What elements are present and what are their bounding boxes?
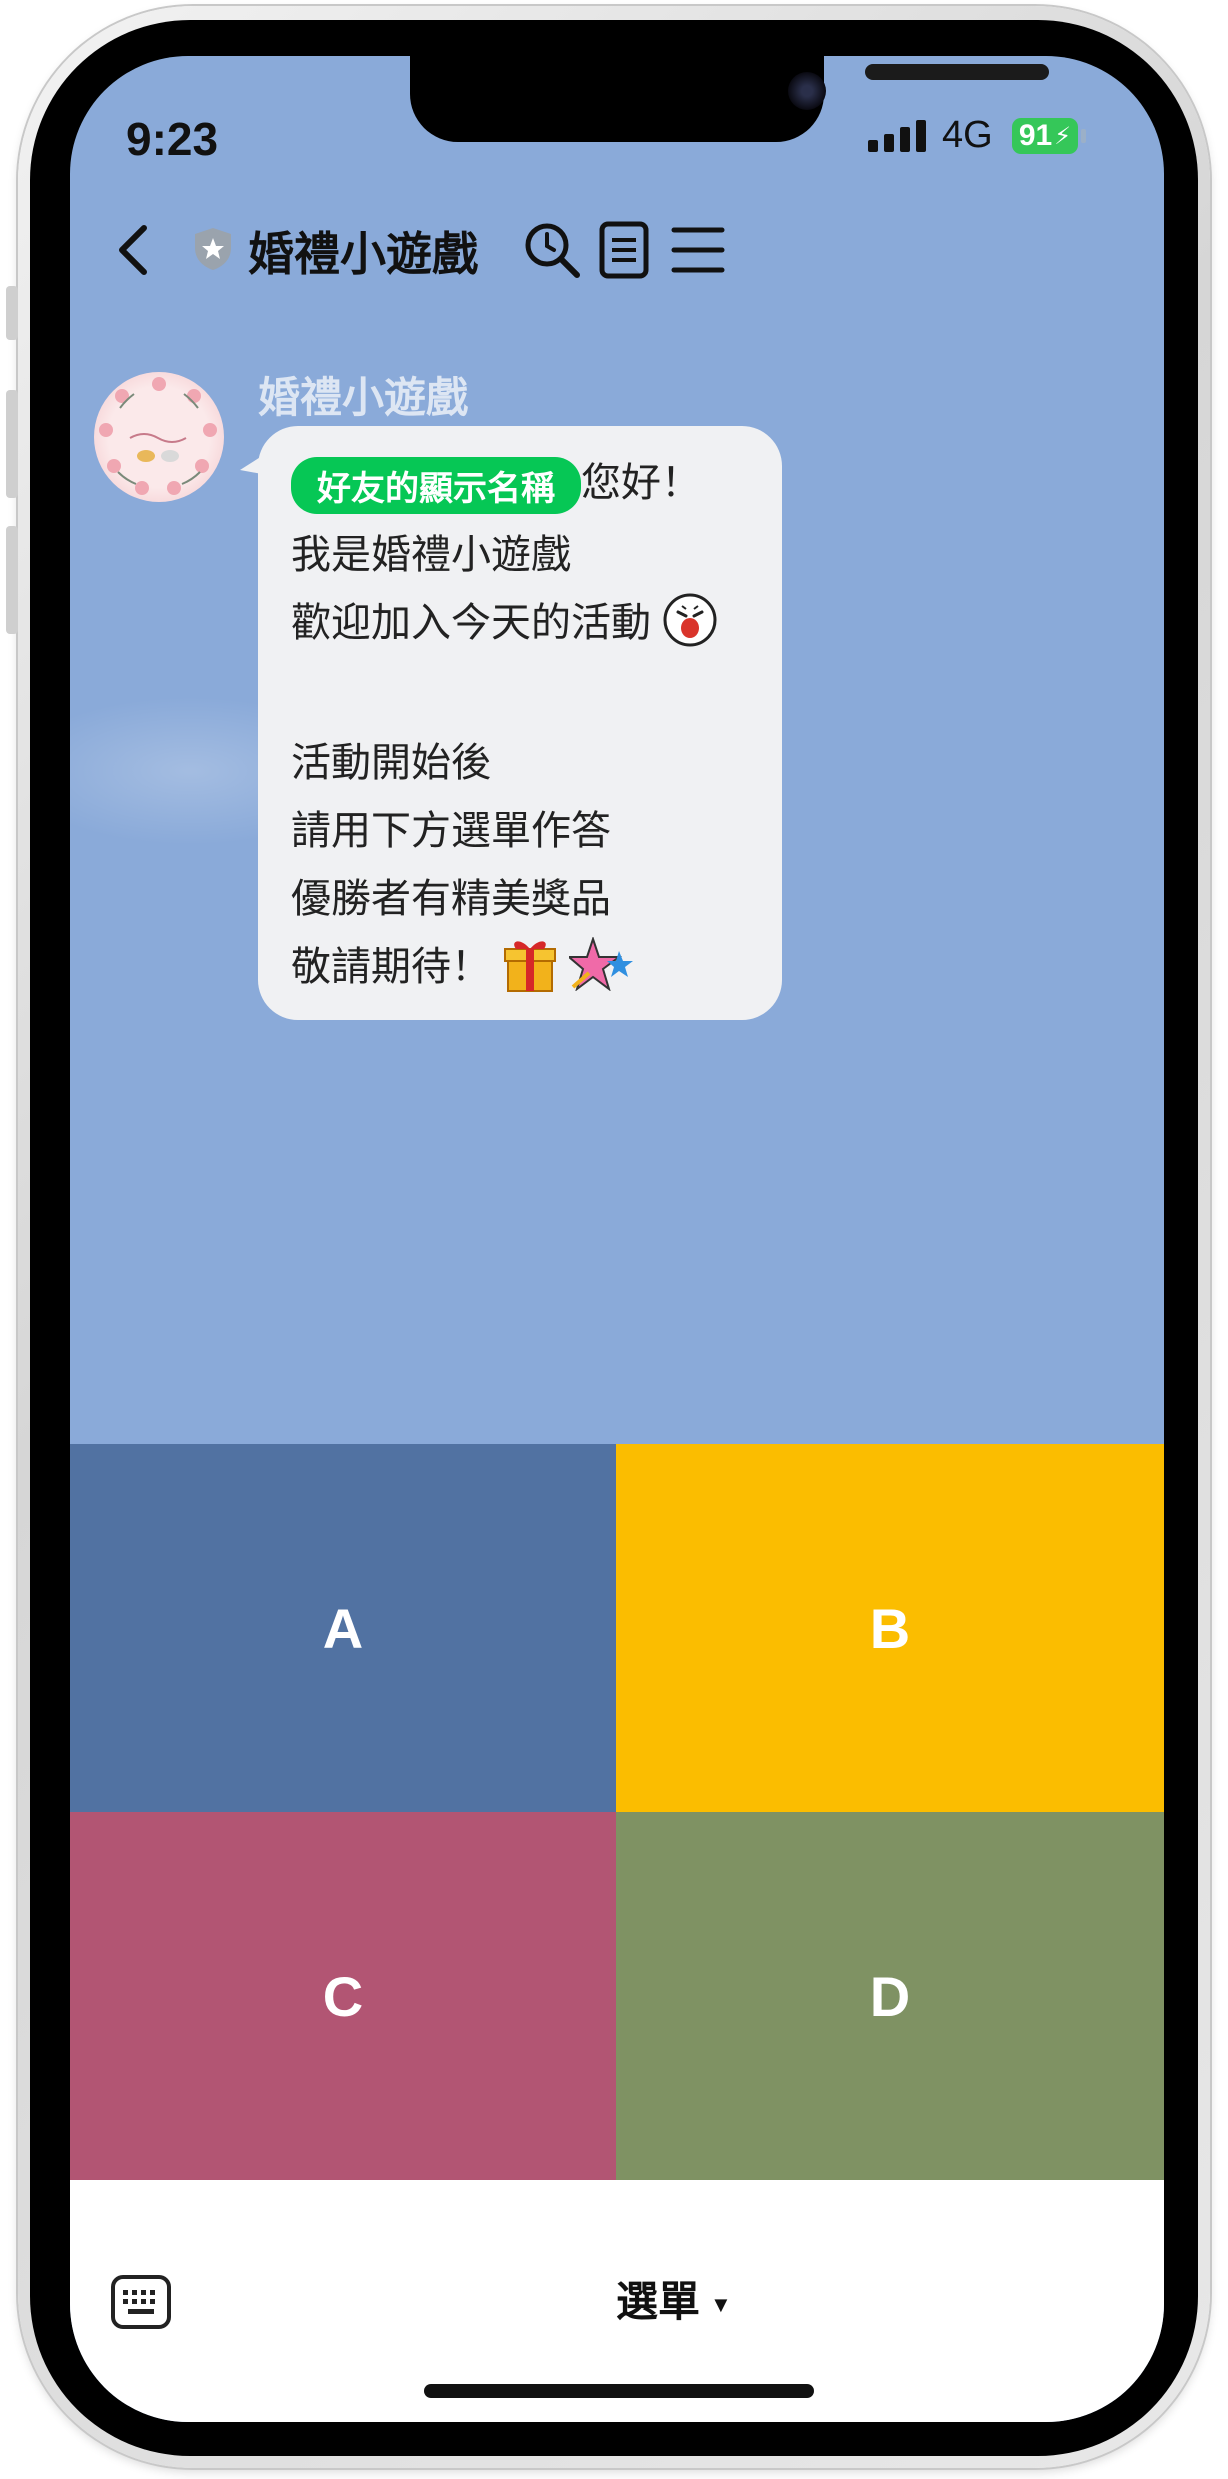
sender-name: 婚禮小遊戲 xyxy=(258,374,469,421)
message-bubble[interactable]: 好友的顯示名稱 您好！ 我是婚禮小遊戲 歡迎加入今天的活動 活動開始後 請用下方選… xyxy=(258,426,782,1020)
notes-button[interactable] xyxy=(592,218,656,282)
network-type: 4G xyxy=(942,114,993,156)
bottom-bar: 選單 ▼ xyxy=(70,2180,1164,2422)
message-line-5: 請用下方選單作答 xyxy=(291,809,611,853)
home-indicator[interactable] xyxy=(424,2384,814,2398)
speaker xyxy=(865,64,1049,80)
menu-option-b[interactable]: B xyxy=(616,1444,1164,1812)
message-greeting: 您好！ xyxy=(581,461,701,505)
battery-nub xyxy=(1081,129,1086,143)
caret-down-icon: ▼ xyxy=(710,2291,732,2317)
keyboard-button[interactable] xyxy=(110,2274,172,2330)
back-button[interactable] xyxy=(110,218,158,282)
shooting-star-emoji xyxy=(566,936,634,1001)
hamburger-menu-icon xyxy=(671,227,725,273)
signal-icon xyxy=(868,120,926,152)
menu-option-d-label: D xyxy=(869,1964,911,2028)
search-button[interactable] xyxy=(520,218,584,282)
message-line-6: 優勝者有精美獎品 xyxy=(291,877,611,921)
volume-down-button xyxy=(6,526,18,634)
menu-toggle[interactable]: 選單 ▼ xyxy=(616,2268,732,2329)
notes-icon xyxy=(599,221,649,279)
notch xyxy=(410,56,1049,142)
message-line-3: 歡迎加入今天的活動 xyxy=(291,590,718,658)
message-line-3-text: 歡迎加入今天的活動 xyxy=(291,601,651,645)
shield-icon xyxy=(192,226,234,272)
chevron-left-icon xyxy=(119,225,147,275)
message-line-1: 好友的顯示名稱 您好！ xyxy=(291,450,701,514)
menu-option-b-label: B xyxy=(869,1596,911,1660)
wreath-logo xyxy=(99,377,217,495)
laughing-face-emoji xyxy=(662,592,718,658)
gift-emoji xyxy=(502,935,558,1003)
menu-option-d[interactable]: D xyxy=(616,1812,1164,2180)
menu-button[interactable] xyxy=(666,218,730,282)
message-line-7: 敬請期待！ xyxy=(291,934,634,1003)
status-time: 9:23 xyxy=(126,113,219,165)
mention-tag[interactable]: 好友的顯示名稱 xyxy=(291,456,581,514)
keyboard-icon xyxy=(111,2275,171,2329)
menu-option-a[interactable]: A xyxy=(70,1444,616,1812)
message-line-2: 我是婚禮小遊戲 xyxy=(291,533,571,577)
message-line-7-text: 敬請期待！ xyxy=(291,945,491,989)
battery-icon: 91 ⚡ xyxy=(1012,118,1078,154)
camera xyxy=(788,72,826,110)
battery-level: 91 xyxy=(1018,119,1053,152)
menu-toggle-label: 選單 xyxy=(616,2278,701,2325)
chat-title: 婚禮小遊戲 xyxy=(248,228,478,280)
volume-up-button xyxy=(6,390,18,498)
message-line-4: 活動開始後 xyxy=(291,741,491,785)
menu-option-c-label: C xyxy=(322,1964,364,2028)
search-icon xyxy=(525,223,580,278)
menu-option-c[interactable]: C xyxy=(70,1812,616,2180)
mute-switch xyxy=(6,286,18,340)
menu-option-a-label: A xyxy=(322,1596,364,1660)
sender-avatar[interactable] xyxy=(94,372,224,502)
screen: 9:23 4G 91 ⚡ 婚禮小遊戲 婚禮小遊戲 好友的顯示名稱 您好！ 我是婚… xyxy=(70,56,1164,2422)
